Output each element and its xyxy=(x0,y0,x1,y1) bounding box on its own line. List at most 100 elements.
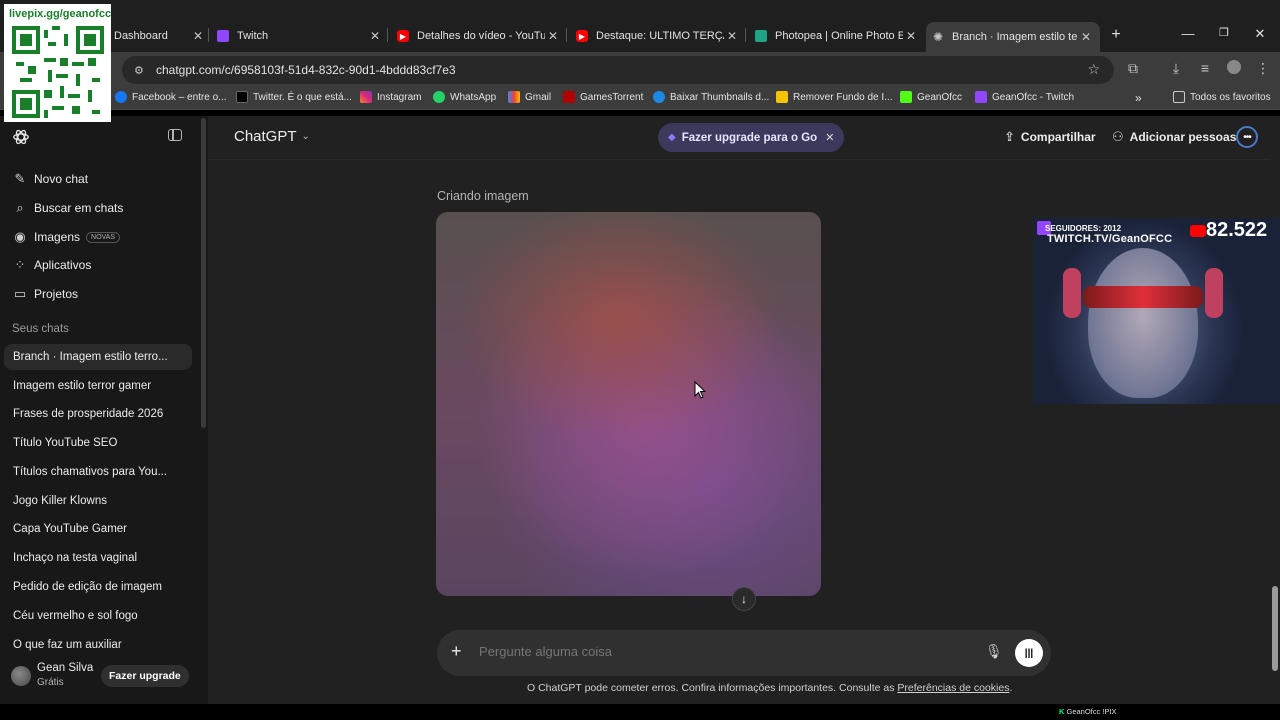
voice-mode-button[interactable]: ||| xyxy=(1015,639,1043,667)
tab-label: Twitch xyxy=(237,30,269,42)
chat-item[interactable]: Imagem estilo terror gamer xyxy=(4,373,192,399)
bookmark-facebook[interactable]: Facebook – entre o... xyxy=(115,91,227,103)
close-icon[interactable]: ✕ xyxy=(1078,30,1094,44)
x-icon xyxy=(236,91,248,103)
tab-photopea[interactable]: Photopea | Online Photo Edi ✕ xyxy=(755,24,919,48)
chat-item[interactable]: Jogo Killer Klowns xyxy=(4,488,192,514)
chat-item[interactable]: O que faz um auxiliar xyxy=(4,632,192,658)
bookmarks-overflow-icon[interactable]: » xyxy=(1135,91,1142,105)
red-glasses xyxy=(1083,286,1203,308)
tab-chatgpt-active[interactable]: ✺ Branch · Imagem estilo terro ✕ xyxy=(926,22,1100,52)
close-icon[interactable]: ✕ xyxy=(825,131,834,144)
chevron-down-icon: ⌄ xyxy=(301,131,310,142)
bookmark-star-icon[interactable]: ☆ xyxy=(1087,61,1100,78)
cookie-preferences-link[interactable]: Preferências de cookies xyxy=(897,682,1009,694)
tab-twitch[interactable]: Twitch ✕ xyxy=(217,24,383,48)
headset-right xyxy=(1205,268,1223,318)
openai-logo-icon[interactable] xyxy=(12,128,30,146)
photopea-icon xyxy=(755,30,767,42)
browser-tab-bar: Dashboard ✕ Twitch ✕ ▶ Detalhes do vídeo… xyxy=(0,0,1280,58)
close-icon[interactable]: ✕ xyxy=(190,29,206,43)
sidebar-item-apps[interactable]: ⁘ Aplicativos xyxy=(12,257,92,273)
browser-menu-icon[interactable]: ⋮ xyxy=(1253,60,1273,77)
instagram-icon xyxy=(360,91,372,103)
sidebar-toggle-icon[interactable] xyxy=(168,129,182,141)
chat-item[interactable]: Inchaço na testa vaginal xyxy=(4,545,192,571)
tab-label: Destaque: ULTIMO TERÇA DO xyxy=(596,30,724,42)
bookmark-twitter[interactable]: Twitter. É o que está... xyxy=(236,91,352,103)
url-text: chatgpt.com/c/6958103f-51d4-832c-90d1-4b… xyxy=(156,63,456,77)
profile-avatar-icon[interactable] xyxy=(1224,60,1244,77)
sidebar-item-new-chat[interactable]: ✎ Novo chat xyxy=(12,171,88,187)
generated-image-placeholder xyxy=(436,212,821,596)
model-selector[interactable]: ChatGPT ⌄ xyxy=(234,128,310,145)
chatgpt-app: ✎ Novo chat ⌕ Buscar em chats ◉ Imagens NOV… xyxy=(0,116,1280,704)
bookmark-thumbnails[interactable]: Baixar Thumbnails d... xyxy=(653,91,769,103)
sidebar-scrollbar[interactable] xyxy=(200,116,208,704)
chat-item[interactable]: Capa YouTube Gamer xyxy=(4,516,192,542)
prompt-input[interactable] xyxy=(479,644,959,659)
chat-item[interactable]: Título YouTube SEO xyxy=(4,430,192,456)
minimize-icon[interactable]: — xyxy=(1178,26,1198,41)
mouse-cursor-icon xyxy=(694,381,706,399)
close-icon[interactable]: ✕ xyxy=(367,29,383,43)
new-tab-icon[interactable]: + xyxy=(1106,26,1126,44)
tab-youtube-highlight[interactable]: ▶ Destaque: ULTIMO TERÇA DO ✕ xyxy=(576,24,740,48)
add-people-button[interactable]: ⚇ Adicionar pessoas xyxy=(1112,129,1236,145)
bookmark-twitch[interactable]: GeanOfcc - Twitch xyxy=(975,91,1074,103)
site-info-icon[interactable]: ⚙ xyxy=(134,64,148,77)
tab-label: Photopea | Online Photo Edi xyxy=(775,30,903,42)
remove-bg-icon xyxy=(776,91,788,103)
share-icon: ⇪ xyxy=(1004,129,1015,144)
sidebar-item-projects[interactable]: ▭ Projetos xyxy=(12,286,78,302)
qr-code-overlay: livepix.gg/geanofcc xyxy=(4,4,111,122)
bookmarks-bar: Facebook – entre o... Twitter. É o que e… xyxy=(0,88,1280,110)
restore-icon[interactable]: ❐ xyxy=(1214,26,1234,39)
more-options-icon[interactable]: ••• xyxy=(1236,126,1258,148)
microphone-icon[interactable]: 🎙 xyxy=(985,643,1003,660)
sidebar: ✎ Novo chat ⌕ Buscar em chats ◉ Imagens NOV… xyxy=(0,116,200,704)
webcam-overlay: SEGUIDORES: 2012 TWITCH.TV/GeanOFCC 82.5… xyxy=(1033,218,1280,404)
youtube-icon: ▶ xyxy=(576,30,588,42)
chat-item-active[interactable]: Branch · Imagem estilo terro... xyxy=(4,344,192,370)
tab-youtube-details[interactable]: ▶ Detalhes do vídeo - YouTube ✕ xyxy=(397,24,561,48)
bookmark-remove-bg[interactable]: Remover Fundo de I... xyxy=(776,91,893,103)
whatsapp-icon xyxy=(433,91,445,103)
kick-icon: K xyxy=(1059,707,1067,716)
tab-dashboard[interactable]: Dashboard ✕ xyxy=(110,24,206,48)
ticker-text: K GeanOfcc !PIX xyxy=(1059,707,1117,716)
bookmark-kick[interactable]: GeanOfcc xyxy=(900,91,962,103)
user-plan: Grátis xyxy=(37,677,64,688)
all-bookmarks[interactable]: Todos os favoritos xyxy=(1173,91,1271,103)
main-scrollbar[interactable] xyxy=(1270,116,1280,704)
chat-item[interactable]: Pedido de edição de imagem xyxy=(4,574,192,600)
twitch-handle: TWITCH.TV/GeanOFCC xyxy=(1047,233,1173,245)
download-icon[interactable]: ⤓ xyxy=(1166,60,1186,77)
close-icon[interactable]: ✕ xyxy=(903,29,919,43)
upgrade-go-pill[interactable]: ◆ Fazer upgrade para o Go ✕ xyxy=(658,123,845,152)
kick-icon xyxy=(900,91,912,103)
bookmark-gmail[interactable]: Gmail xyxy=(508,91,551,103)
avatar[interactable] xyxy=(11,666,31,686)
user-profile[interactable]: Gean Silva Grátis Fazer upgrade xyxy=(0,656,200,704)
chat-item[interactable]: Frases de prosperidade 2026 xyxy=(4,401,192,427)
extensions-icon[interactable]: ⧉ xyxy=(1123,60,1143,77)
upgrade-button[interactable]: Fazer upgrade xyxy=(101,665,189,687)
bookmark-gamestorrent[interactable]: GamesTorrent xyxy=(563,91,643,103)
close-icon[interactable]: ✕ xyxy=(545,29,561,43)
youtube-icon xyxy=(1190,224,1206,237)
folder-icon: ▭ xyxy=(13,286,27,301)
chat-item[interactable]: Títulos chamativos para You... xyxy=(4,459,192,485)
bookmark-whatsapp[interactable]: WhatsApp xyxy=(433,91,496,103)
url-bar[interactable]: ⚙ chatgpt.com/c/6958103f-51d4-832c-90d1-… xyxy=(122,56,1114,84)
close-icon[interactable]: ✕ xyxy=(724,29,740,43)
window-close-icon[interactable]: ✕ xyxy=(1250,26,1270,42)
bookmark-instagram[interactable]: Instagram xyxy=(360,91,421,103)
sidebar-item-images[interactable]: ◉ Imagens NOVAS xyxy=(12,229,121,245)
sidebar-item-search[interactable]: ⌕ Buscar em chats xyxy=(12,200,123,216)
plus-icon[interactable]: + xyxy=(451,641,462,662)
chat-item[interactable]: Céu vermelho e sol fogo xyxy=(4,603,192,629)
share-button[interactable]: ⇪ Compartilhar xyxy=(1004,129,1096,145)
media-control-icon[interactable]: ≡ xyxy=(1195,60,1215,76)
scroll-down-button[interactable]: ↓ xyxy=(732,587,756,611)
